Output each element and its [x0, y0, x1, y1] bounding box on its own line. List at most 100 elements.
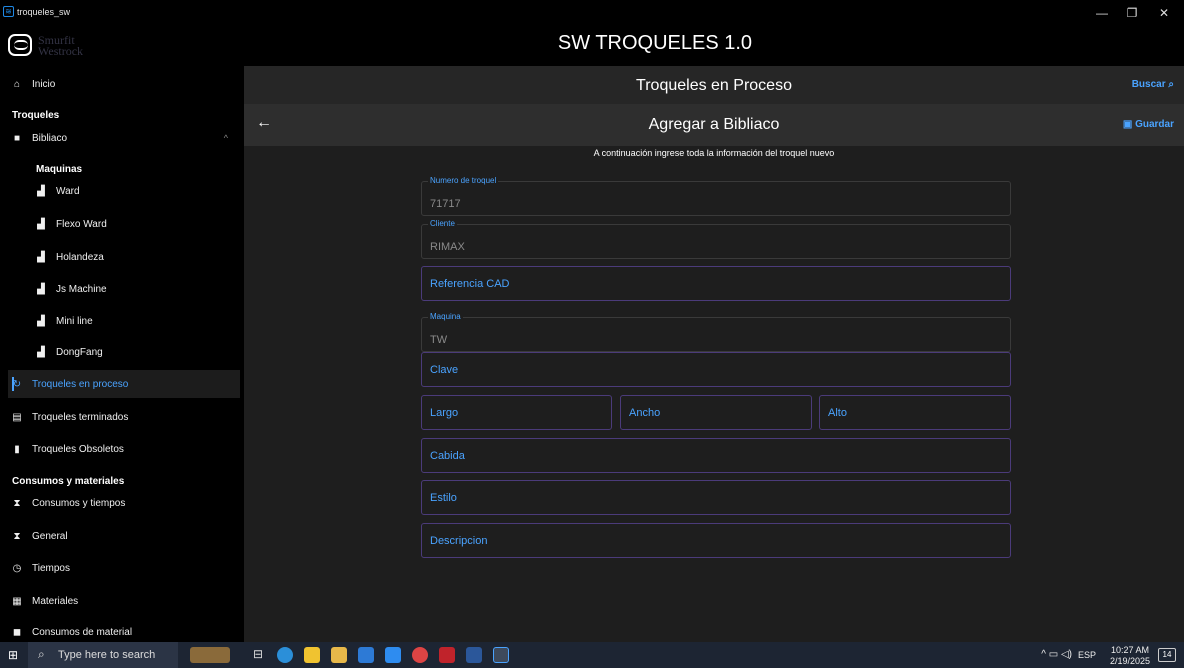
sidebar-item-label: DongFang — [56, 346, 103, 358]
section-heading-troqueles: Troqueles — [12, 110, 60, 121]
sidebar-item-ward[interactable]: ▟ Ward — [8, 177, 240, 205]
sidebar-item-label: Troqueles terminados — [32, 411, 129, 423]
cliente-field[interactable]: Cliente RIMAX — [421, 219, 1011, 259]
field-value: RIMAX — [430, 241, 465, 253]
taskbar-search-input[interactable]: ⌕ Type here to search — [28, 642, 178, 668]
field-label: Cliente — [428, 219, 457, 228]
cabida-input[interactable]: Cabida — [421, 438, 1011, 473]
search-button[interactable]: Buscar ⌕ — [1132, 79, 1174, 90]
field-placeholder: Largo — [430, 407, 459, 419]
factory-icon: ▟ — [37, 251, 45, 263]
save-button[interactable]: ▣ Guardar — [1123, 119, 1174, 130]
page-header: Troqueles en Proceso Buscar ⌕ — [244, 66, 1184, 104]
sidebar-item-flexo-ward[interactable]: ▟ Flexo Ward — [8, 210, 240, 238]
window-titlebar: ≋ troqueles_sw — ❐ ✕ — [0, 0, 1184, 26]
sidebar-item-js-machine[interactable]: ▟ Js Machine — [8, 275, 240, 303]
field-placeholder: Descripcion — [430, 535, 488, 547]
search-icon: ⌕ — [1168, 79, 1174, 90]
numero-troquel-field[interactable]: Numero de troquel 71717 — [421, 176, 1011, 216]
form-title: Agregar a Bibliaco — [648, 116, 780, 133]
sidebar-item-tiempos[interactable]: ◷ Tiempos — [8, 554, 240, 582]
mail-icon[interactable] — [385, 647, 401, 663]
system-tray-icons[interactable]: ^ ▭ ◁) — [1041, 649, 1072, 660]
close-button[interactable]: ✕ — [1152, 4, 1176, 22]
ancho-input[interactable]: Ancho — [620, 395, 812, 430]
field-value: 71717 — [430, 198, 461, 210]
sidebar-item-materiales[interactable]: ▦ Materiales — [8, 587, 240, 615]
sidebar-item-troqueles-obsoletos[interactable]: ▮ Troqueles Obsoletos — [8, 435, 240, 463]
sidebar-item-inicio[interactable]: ⌂ Inicio — [8, 70, 240, 98]
taskbar-clock[interactable]: 10:27 AM 2/19/2025 — [1110, 645, 1150, 667]
field-placeholder: Estilo — [430, 492, 457, 504]
outlook-icon[interactable] — [358, 647, 374, 663]
sidebar-item-dongfang[interactable]: ▟ DongFang — [8, 338, 240, 366]
minimize-button[interactable]: — — [1090, 4, 1114, 22]
sidebar-item-general[interactable]: ⧗ General — [8, 522, 240, 550]
hourglass-icon: ⧗ — [13, 497, 21, 509]
book-icon: ■ — [13, 132, 21, 144]
clave-input[interactable]: Clave — [421, 352, 1011, 387]
store-icon[interactable] — [304, 647, 320, 663]
weather-widget-icon[interactable] — [190, 647, 230, 663]
word-icon[interactable] — [466, 647, 482, 663]
app-title: SW TROQUELES 1.0 — [557, 32, 753, 54]
sidebar-item-label: General — [32, 530, 68, 542]
maquina-field[interactable]: Maquina TW — [421, 312, 1011, 352]
sidebar-item-bibliaco[interactable]: ■ Bibliaco ^ — [8, 124, 240, 152]
factory-icon: ▟ — [37, 218, 45, 230]
field-placeholder: Cabida — [430, 450, 465, 462]
notification-center-icon[interactable]: 14 — [1158, 648, 1176, 662]
hourglass-icon: ⧗ — [13, 530, 21, 542]
section-heading-consumos: Consumos y materiales — [12, 476, 125, 487]
estilo-input[interactable]: Estilo — [421, 480, 1011, 515]
id-card-icon: ▤ — [12, 411, 22, 423]
field-placeholder: Alto — [828, 407, 847, 419]
alto-input[interactable]: Alto — [819, 395, 1011, 430]
factory-icon: ▟ — [37, 185, 45, 197]
sidebar-item-label: Inicio — [32, 78, 56, 90]
descripcion-input[interactable]: Descripcion — [421, 523, 1011, 558]
form-header: ← Agregar a Bibliaco ▣ Guardar — [244, 104, 1184, 146]
clock-date: 2/19/2025 — [1109, 656, 1150, 666]
floppy-disk-icon: ▣ — [1122, 119, 1136, 130]
referencia-cad-input[interactable]: Referencia CAD — [421, 266, 1011, 301]
taskbar: ⊞ ⌕ Type here to search ⊟ ^ ▭ ◁) ESP 10:… — [0, 642, 1184, 668]
field-placeholder: Ancho — [629, 407, 661, 419]
factory-icon: ▟ — [37, 283, 45, 295]
sidebar-item-consumos-tiempos[interactable]: ⧗ Consumos y tiempos — [8, 489, 240, 517]
search-icon: ⌕ — [38, 647, 45, 661]
file-explorer-icon[interactable] — [331, 647, 347, 663]
sync-icon: ↻ — [12, 378, 22, 390]
field-label: Numero de troquel — [428, 176, 499, 185]
sidebar-item-label: Bibliaco — [32, 132, 68, 144]
trash-icon: ▮ — [14, 443, 20, 455]
field-placeholder: Clave — [430, 364, 459, 376]
clock-icon: ◷ — [12, 562, 22, 574]
window-title: troqueles_sw — [17, 7, 71, 17]
sidebar-item-label: Js Machine — [56, 283, 107, 295]
field-value: TW — [430, 334, 448, 346]
factory-icon: ▟ — [37, 346, 45, 358]
chrome-icon[interactable] — [412, 647, 428, 663]
sidebar-item-holandeza[interactable]: ▟ Holandeza — [8, 243, 240, 271]
sidebar-item-label: Consumos y tiempos — [32, 497, 126, 509]
home-icon: ⌂ — [13, 78, 21, 90]
sidebar-item-label: Mini line — [56, 315, 93, 327]
language-indicator[interactable]: ESP — [1078, 650, 1096, 660]
maximize-button[interactable]: ❐ — [1120, 4, 1144, 22]
windows-start-icon[interactable]: ⊞ — [8, 648, 22, 662]
sidebar-item-label: Flexo Ward — [56, 218, 107, 230]
sidebar-item-label: Materiales — [32, 595, 79, 607]
sidebar-item-troqueles-terminados[interactable]: ▤ Troqueles terminados — [8, 403, 240, 431]
subheading-maquinas: Maquinas — [36, 164, 83, 175]
sidebar-item-mini-line[interactable]: ▟ Mini line — [8, 307, 240, 335]
acrobat-icon[interactable] — [439, 647, 455, 663]
sidebar-item-troqueles-en-proceso[interactable]: ↻ Troqueles en proceso — [8, 370, 240, 398]
sidebar-item-label: Troqueles Obsoletos — [32, 443, 124, 455]
task-view-icon[interactable]: ⊟ — [250, 647, 266, 663]
largo-input[interactable]: Largo — [421, 395, 612, 430]
edge-browser-icon[interactable] — [277, 647, 293, 663]
search-label: Buscar — [1131, 79, 1166, 90]
troqueles-app-icon[interactable] — [493, 647, 509, 663]
app-icon: ≋ — [3, 6, 14, 17]
